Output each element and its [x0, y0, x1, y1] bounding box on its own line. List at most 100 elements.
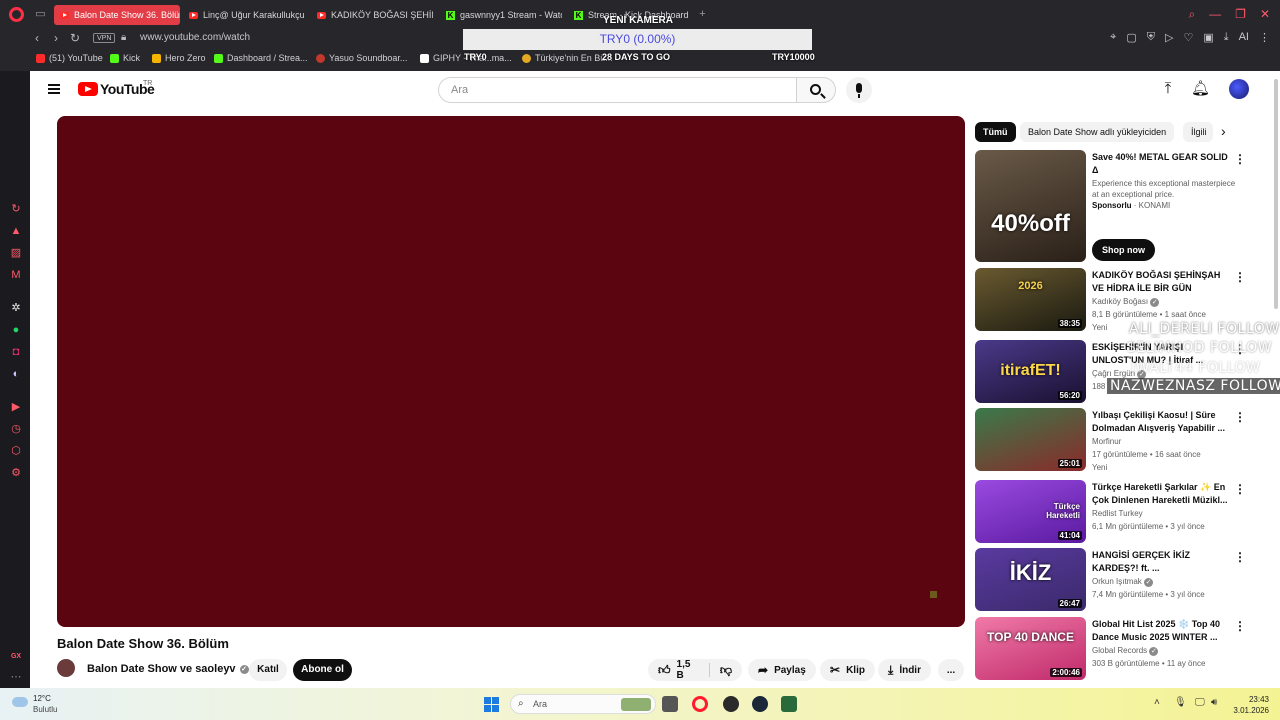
aria-ai-icon[interactable]: AI	[1239, 31, 1249, 44]
new-tab-button[interactable]: +	[696, 8, 709, 20]
tab-kadikoy-bogasi[interactable]: KADIKÖY BOĞASI ŞEHİNŞ	[311, 5, 433, 25]
notifications-bell-icon[interactable]: 🔔︎	[1191, 80, 1210, 98]
steam-taskbar-icon[interactable]	[752, 696, 768, 712]
dislike-icon[interactable]: 👎︎	[720, 663, 732, 678]
rec-channel[interactable]: Kadıköy Boğası ✓	[1092, 297, 1160, 307]
gx-icon[interactable]: GX	[10, 651, 22, 663]
chevron-right-icon[interactable]: ›	[1221, 123, 1226, 139]
opera-gx-taskbar-icon[interactable]	[692, 696, 708, 712]
settings-icon[interactable]: ⚙	[10, 467, 22, 479]
stripes-icon[interactable]: ▨	[10, 247, 22, 259]
tab-gaswnnyy1-stream[interactable]: K gaswnnyy1 Stream - Watc	[440, 5, 562, 25]
rec-title[interactable]: Save 40%! METAL GEAR SOLID Δ	[1092, 151, 1232, 177]
obs-taskbar-icon[interactable]	[723, 696, 739, 712]
recommendation-ad[interactable]: 40%off Save 40%! METAL GEAR SOLID Δ Expe…	[975, 150, 1265, 270]
discord-icon[interactable]: ◐	[10, 368, 22, 380]
app-taskbar-icon[interactable]	[781, 696, 797, 712]
extensions-icon[interactable]: ⬡	[10, 445, 22, 457]
upload-icon[interactable]: ⤒	[1159, 80, 1177, 98]
instagram-icon[interactable]: ◘	[10, 346, 22, 358]
weather-condition[interactable]: Bulutlu	[33, 705, 57, 714]
history-icon[interactable]: ◷	[10, 423, 22, 435]
forward-icon[interactable]: ›	[54, 31, 58, 45]
thumbnail[interactable]: 40%off	[975, 150, 1086, 262]
more-options-icon[interactable]: ⋮	[1234, 410, 1246, 424]
rec-title[interactable]: Global Hit List 2025 ❄️ Top 40 Dance Mus…	[1092, 618, 1232, 644]
chip-all[interactable]: Tümü	[975, 122, 1016, 142]
player-icon[interactable]: ▶	[10, 401, 22, 413]
voice-search-icon[interactable]	[846, 77, 872, 103]
thumbnail[interactable]: İKİZ 26:47	[975, 548, 1086, 611]
more-options-icon[interactable]: ⋮	[1234, 482, 1246, 496]
rec-title[interactable]: HANGİSİ GERÇEK İKİZ KARDEŞ?! ft. ...	[1092, 549, 1232, 575]
share-button[interactable]: ➦ Paylaş	[748, 659, 816, 681]
bookmark-yasuo[interactable]: Yasuo Soundboar...	[316, 53, 407, 63]
lock-icon[interactable]: 🔒︎	[121, 32, 126, 43]
download-button[interactable]: ⤓ İndir	[878, 659, 931, 681]
aria-icon[interactable]: ↻	[10, 203, 22, 215]
windows-start-icon[interactable]	[484, 697, 499, 712]
thumbnail[interactable]: 2026 38:35	[975, 268, 1086, 331]
chip-from-uploader[interactable]: Balon Date Show adlı yükleyiciden	[1020, 122, 1175, 142]
download-icon[interactable]: ⤓	[1224, 31, 1229, 44]
rec-title[interactable]: Türkçe Hareketli Şarkılar ✨ En Çok Dinle…	[1092, 481, 1232, 507]
vpn-badge[interactable]: VPN	[93, 33, 116, 43]
tab-linc-ugur[interactable]: Linç@ Uğur Karakullukçu	[183, 5, 305, 25]
page-scrollbar[interactable]	[1274, 79, 1278, 309]
chatgpt-icon[interactable]: ✲	[10, 302, 22, 314]
task-view-icon[interactable]	[662, 696, 678, 712]
opera-logo-icon[interactable]	[9, 7, 24, 22]
bookmark-dashboard[interactable]: Dashboard / Strea...	[214, 53, 308, 63]
more-options-icon[interactable]: ⋮	[1234, 270, 1246, 284]
cloud-icon[interactable]	[12, 697, 28, 707]
recommendation-item[interactable]: TOP 40 DANCE 2:00:46 Global Hit List 202…	[975, 617, 1265, 681]
youtube-logo-icon[interactable]	[78, 82, 98, 96]
more-options-icon[interactable]: ⋮	[1234, 152, 1246, 166]
chip-related[interactable]: İlgili	[1183, 122, 1213, 142]
more-options-icon[interactable]: ⋮	[1234, 550, 1246, 564]
maximize-icon[interactable]: ❐	[1235, 7, 1246, 22]
rec-title[interactable]: Yılbaşı Çekilişi Kaosu! | Süre Dolmadan …	[1092, 409, 1232, 435]
clip-button[interactable]: ✂ Klip	[820, 659, 875, 681]
tab-balon-date-show[interactable]: Balon Date Show 36. Bölüm	[54, 5, 180, 25]
like-icon[interactable]: 👍︎	[658, 663, 671, 678]
snapshot-icon[interactable]: ▢	[1126, 31, 1136, 44]
m-icon[interactable]: M	[10, 269, 22, 281]
pin-icon[interactable]: ⌖	[1110, 31, 1116, 44]
rec-channel[interactable]: Morfinur	[1092, 437, 1121, 446]
minimize-icon[interactable]: —	[1209, 7, 1221, 22]
taskbar-search[interactable]: ⌕ Ara	[510, 694, 656, 714]
workspaces-icon[interactable]: ▭	[34, 8, 47, 20]
tray-chevron-icon[interactable]: ˄	[1154, 697, 1160, 708]
microphone-icon[interactable]: 🎙︎	[1174, 697, 1187, 708]
search-button[interactable]	[796, 77, 836, 103]
thumbnail[interactable]: Türkçe Hareketli 41:04	[975, 480, 1086, 543]
like-count[interactable]: 1,5 B	[677, 659, 699, 681]
player-icon[interactable]: ▷	[1165, 31, 1173, 44]
network-icon[interactable]: 🖵︎	[1195, 697, 1205, 708]
rec-channel[interactable]: Orkun Işıtmak ✓	[1092, 577, 1154, 587]
heart-icon[interactable]: ♡	[1183, 31, 1193, 44]
channel-avatar[interactable]	[57, 659, 75, 677]
wallet-icon[interactable]: ▣	[1203, 31, 1213, 44]
reload-icon[interactable]: ↻	[70, 31, 80, 45]
close-icon[interactable]: ✕	[1260, 7, 1270, 22]
recommendation-item[interactable]: 25:01 Yılbaşı Çekilişi Kaosu! | Süre Dol…	[975, 408, 1265, 472]
channel-name[interactable]: Balon Date Show ve saoleyv ✓	[87, 663, 249, 675]
more-options-icon[interactable]: ⋮	[1234, 619, 1246, 633]
bookmark-turkiye[interactable]: Türkiye'nin En Bü...	[522, 53, 613, 63]
subscribe-button[interactable]: Abone ol	[293, 659, 352, 681]
thumbnail[interactable]: itirafET! 56:20	[975, 340, 1086, 403]
more-actions-button[interactable]: ...	[938, 659, 964, 681]
rec-channel[interactable]: Redlist Turkey	[1092, 509, 1143, 518]
bookmark-kick[interactable]: Kick	[110, 53, 140, 63]
rec-title[interactable]: KADIKÖY BOĞASI ŞEHİNŞAH VE HİDRA İLE BİR…	[1092, 269, 1232, 295]
temperature[interactable]: 12°C	[33, 694, 51, 703]
search-input[interactable]	[451, 82, 781, 98]
thumbnail[interactable]: 25:01	[975, 408, 1086, 471]
menu-icon[interactable]: ⋮	[1259, 31, 1270, 44]
system-clock[interactable]: 23:43 3.01.2026	[1233, 694, 1269, 716]
shop-now-button[interactable]: Shop now	[1092, 239, 1155, 261]
search-tabs-icon[interactable]: ⌕	[1188, 7, 1195, 22]
recommendation-item[interactable]: İKİZ 26:47 HANGİSİ GERÇEK İKİZ KARDEŞ?! …	[975, 548, 1265, 612]
